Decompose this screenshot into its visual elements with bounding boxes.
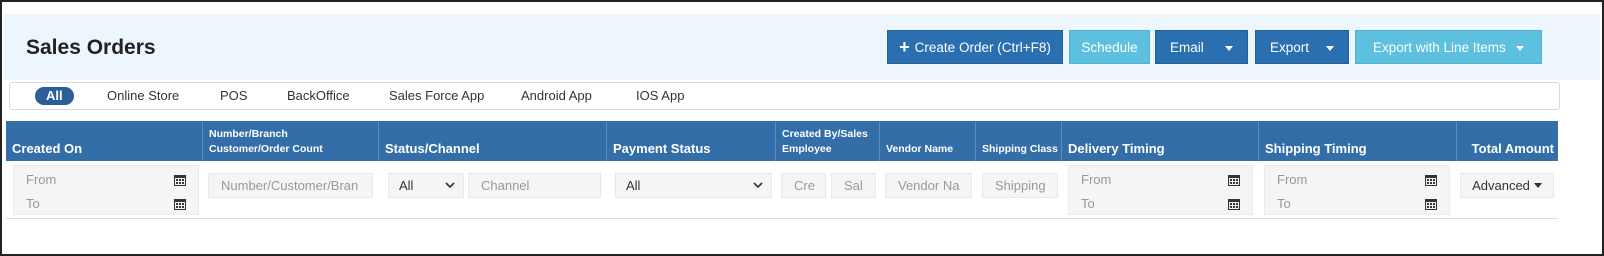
from-label: From bbox=[26, 172, 57, 187]
export-line-items-button[interactable]: Export with Line Items bbox=[1355, 30, 1542, 64]
channel-tabs: All Online Store POS BackOffice Sales Fo… bbox=[9, 82, 1560, 110]
calendar-icon[interactable] bbox=[1425, 198, 1437, 210]
shipping-class-input[interactable]: Shipping bbox=[982, 173, 1058, 198]
vendor-name-input[interactable]: Vendor Na bbox=[885, 173, 972, 198]
column-status-channel[interactable]: Status/Channel bbox=[378, 121, 606, 161]
from-label: From bbox=[1277, 172, 1308, 187]
status-select[interactable]: All bbox=[388, 173, 464, 198]
column-total-amount[interactable]: Total Amount bbox=[1456, 121, 1558, 161]
column-label: Status/Channel bbox=[385, 141, 480, 156]
tab-all[interactable]: All bbox=[35, 87, 74, 105]
column-label: Total Amount bbox=[1471, 141, 1554, 156]
number-customer-input[interactable]: Number/Customer/Bran bbox=[208, 173, 373, 198]
schedule-label: Schedule bbox=[1081, 39, 1138, 55]
calendar-icon[interactable] bbox=[174, 198, 186, 210]
calendar-icon[interactable] bbox=[1228, 198, 1240, 210]
column-label: Shipping Timing bbox=[1265, 141, 1367, 156]
channel-input[interactable]: Channel bbox=[468, 173, 601, 198]
caret-down-icon bbox=[1516, 46, 1524, 51]
export-button[interactable]: Export bbox=[1255, 30, 1349, 64]
schedule-button[interactable]: Schedule bbox=[1069, 30, 1150, 64]
column-label: Shipping Class bbox=[982, 143, 1058, 155]
status-value: All bbox=[399, 178, 414, 193]
to-label: To bbox=[1081, 196, 1095, 211]
created-on-date-range[interactable]: From To bbox=[13, 165, 199, 215]
column-label: Customer/Order Count bbox=[209, 143, 323, 155]
column-shipping-timing[interactable]: Shipping Timing bbox=[1258, 121, 1456, 161]
column-vendor-name[interactable]: Vendor Name bbox=[879, 121, 975, 161]
column-label: Payment Status bbox=[613, 141, 711, 156]
email-label: Email bbox=[1170, 39, 1204, 55]
column-created-by[interactable]: Created By/Sales Employee bbox=[775, 121, 879, 161]
caret-down-icon bbox=[1225, 46, 1233, 51]
created-by-input[interactable]: Cre bbox=[781, 173, 826, 198]
create-order-label: Create Order (Ctrl+F8) bbox=[914, 39, 1051, 55]
plus-icon: + bbox=[899, 37, 910, 57]
payment-status-value: All bbox=[626, 178, 641, 193]
tab-sales-force-app[interactable]: Sales Force App bbox=[389, 87, 484, 105]
column-delivery-timing[interactable]: Delivery Timing bbox=[1061, 121, 1258, 161]
chevron-down-icon bbox=[445, 182, 455, 189]
caret-down-icon bbox=[1326, 46, 1334, 51]
table-header: Created On Number/Branch Customer/Order … bbox=[6, 121, 1558, 161]
column-label: Created By/Sales bbox=[782, 128, 868, 140]
to-label: To bbox=[1277, 196, 1291, 211]
tab-online-store[interactable]: Online Store bbox=[107, 87, 179, 105]
sales-employee-input[interactable]: Sal bbox=[831, 173, 876, 198]
column-created-on[interactable]: Created On bbox=[6, 121, 202, 161]
page-title: Sales Orders bbox=[26, 36, 156, 59]
column-payment-status[interactable]: Payment Status bbox=[606, 121, 775, 161]
to-label: To bbox=[26, 196, 40, 211]
column-shipping-class[interactable]: Shipping Class bbox=[975, 121, 1061, 161]
filter-row: From To Number/Customer/Bran All Channel… bbox=[6, 161, 1558, 219]
create-order-button[interactable]: + Create Order (Ctrl+F8) bbox=[887, 30, 1063, 64]
delivery-timing-date-range[interactable]: From To bbox=[1068, 165, 1253, 215]
tab-android-app[interactable]: Android App bbox=[521, 87, 592, 105]
advanced-button[interactable]: Advanced bbox=[1460, 173, 1554, 198]
from-label: From bbox=[1081, 172, 1112, 187]
payment-status-select[interactable]: All bbox=[615, 173, 772, 198]
export-label: Export bbox=[1270, 39, 1310, 55]
tab-backoffice[interactable]: BackOffice bbox=[287, 87, 350, 105]
tab-pos[interactable]: POS bbox=[220, 87, 247, 105]
caret-down-icon bbox=[1533, 183, 1542, 188]
chevron-down-icon bbox=[753, 182, 763, 189]
export-line-items-label: Export with Line Items bbox=[1373, 39, 1506, 55]
column-label: Created On bbox=[12, 141, 83, 156]
advanced-label: Advanced bbox=[1472, 178, 1530, 193]
column-label: Employee bbox=[782, 143, 832, 155]
app-frame: Sales Orders + Create Order (Ctrl+F8) Sc… bbox=[0, 0, 1604, 256]
column-label: Vendor Name bbox=[886, 143, 954, 155]
email-button[interactable]: Email bbox=[1155, 30, 1248, 64]
column-number-customer[interactable]: Number/Branch Customer/Order Count bbox=[202, 121, 378, 161]
calendar-icon[interactable] bbox=[1228, 174, 1240, 186]
calendar-icon[interactable] bbox=[1425, 174, 1437, 186]
tab-ios-app[interactable]: IOS App bbox=[636, 87, 684, 105]
shipping-timing-date-range[interactable]: From To bbox=[1264, 165, 1450, 215]
column-label: Number/Branch bbox=[209, 128, 288, 140]
calendar-icon[interactable] bbox=[174, 174, 186, 186]
column-label: Delivery Timing bbox=[1068, 141, 1165, 156]
